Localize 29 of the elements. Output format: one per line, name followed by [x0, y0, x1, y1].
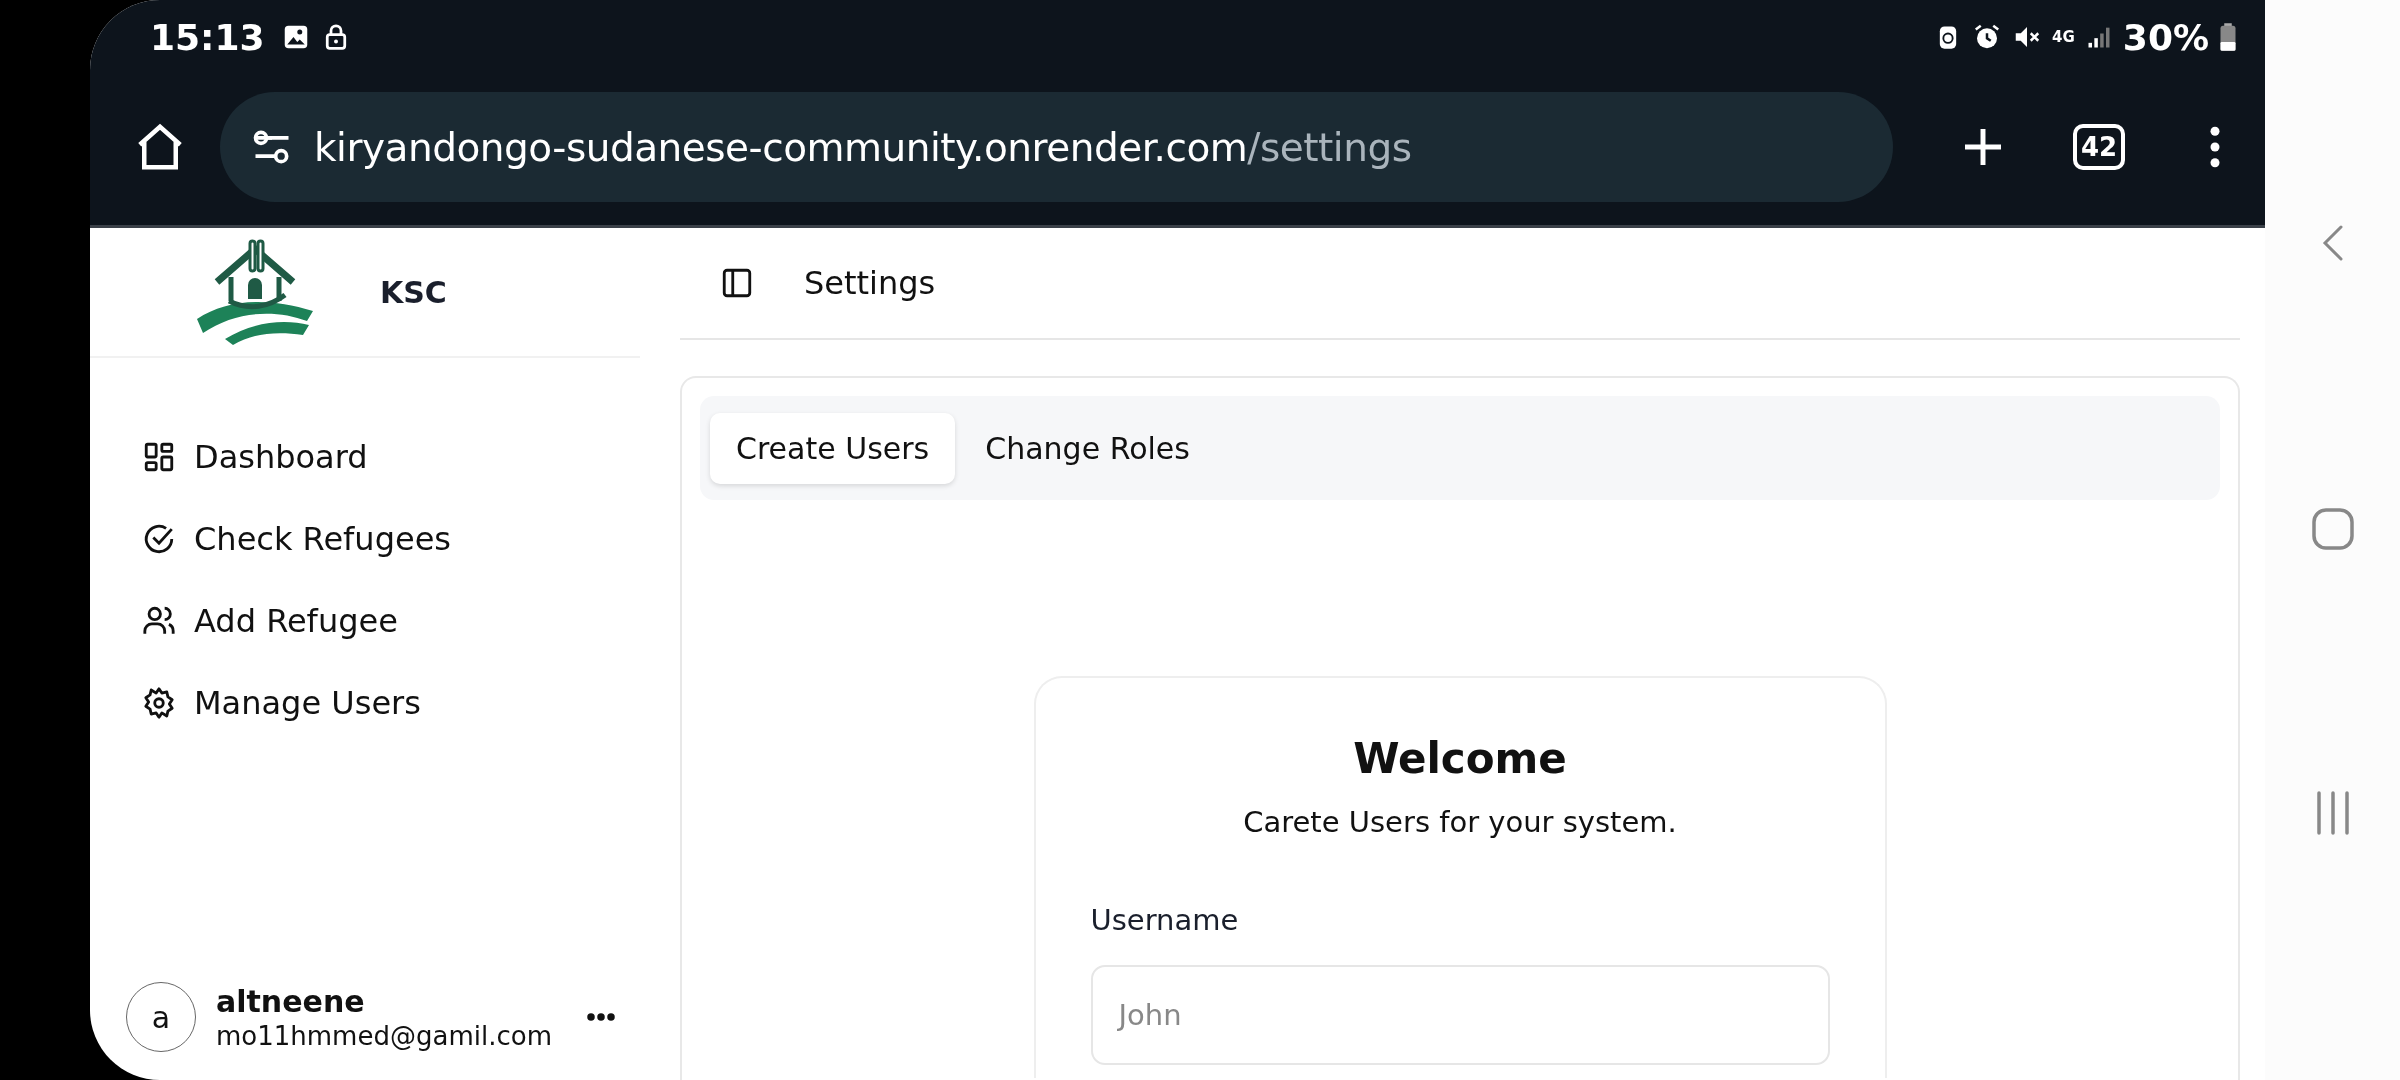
more-button[interactable] [585, 1012, 616, 1022]
input-field[interactable]: John [1090, 965, 1830, 1065]
status-time: 15:13 [150, 16, 265, 58]
form-subtitle: Carete Users for your system. [1242, 805, 1678, 839]
sidebar-item[interactable]: Add Refugee [142, 602, 640, 640]
sidebar-toggle-button[interactable] [720, 266, 754, 300]
brand-name: KSC [380, 274, 447, 310]
field-label: Username [1090, 903, 1240, 937]
check-circle-icon [142, 522, 176, 556]
battery-percent: 30% [2122, 16, 2209, 58]
url-text: kiryandongo-sudanese-community.onrender.com/settings [314, 124, 1412, 170]
sidebar-item[interactable]: Check Refugees [142, 520, 640, 558]
form-title: Welcome [1352, 734, 1568, 783]
user-email: mo11hmmed@gamil.com [216, 1020, 552, 1051]
tab[interactable]: Change Roles [959, 412, 1216, 484]
address-bar[interactable]: kiryandongo-sudanese-community.onrender.com/settings [220, 92, 1893, 202]
house-logo-icon [195, 237, 315, 347]
sidebar-item[interactable]: Dashboard [142, 438, 640, 476]
battery-icon [2219, 22, 2237, 52]
user-name: altneene [216, 983, 366, 1019]
dashboard-icon [142, 440, 176, 474]
home-nav-button[interactable] [2310, 506, 2355, 551]
sidebar-item[interactable]: Manage Users [142, 684, 640, 722]
tab[interactable]: Create Users [710, 412, 956, 484]
user-avatar: a [126, 982, 196, 1052]
page-title: Settings [804, 264, 936, 302]
settings-icon [142, 686, 176, 720]
network-type: 4G [2052, 28, 2075, 46]
tab-count-button[interactable]: 42 [2073, 124, 2125, 170]
